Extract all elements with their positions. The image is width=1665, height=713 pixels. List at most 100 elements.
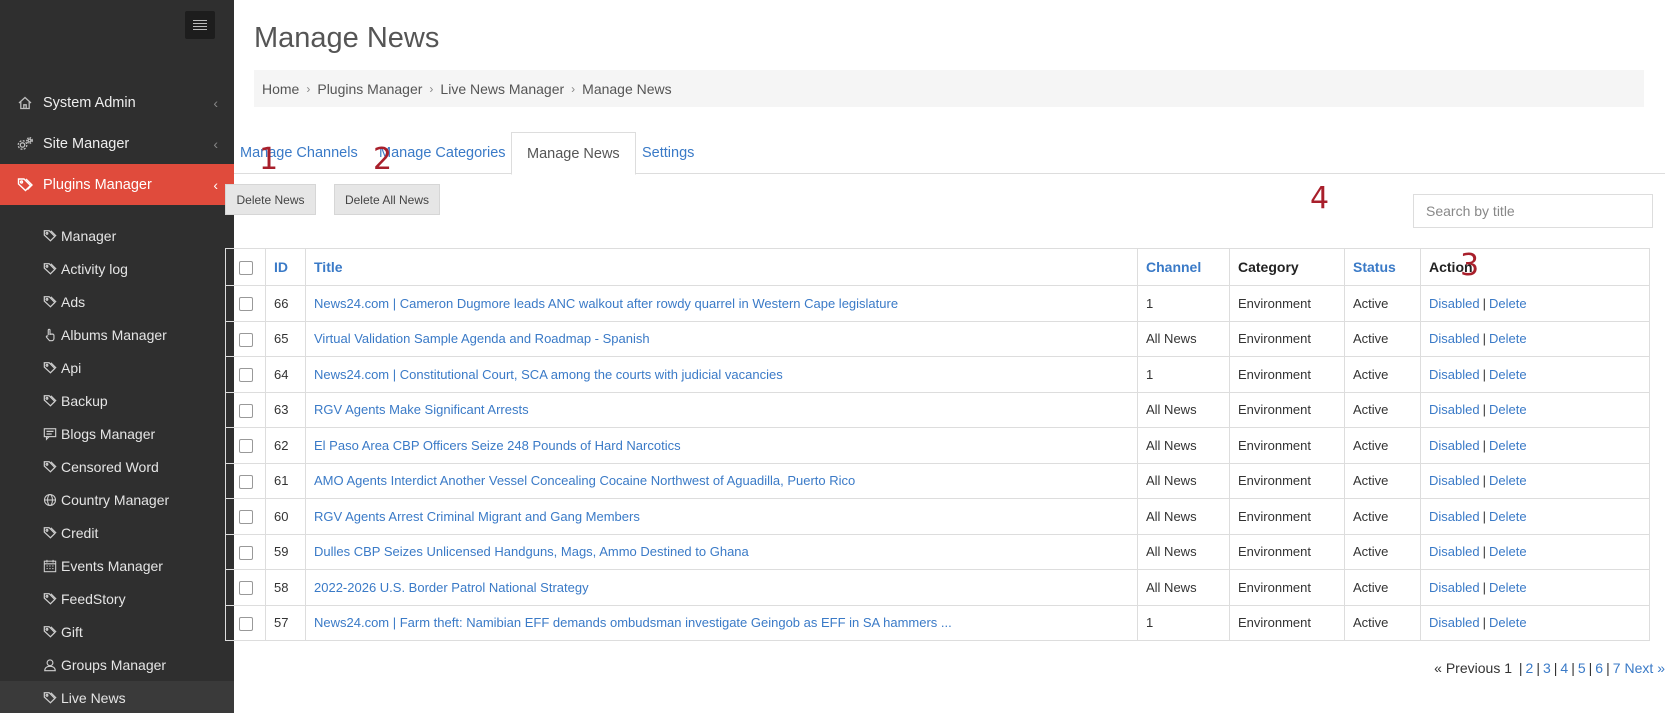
sidebar-subitem-backup[interactable]: Backup — [0, 384, 234, 417]
sidebar-subitem-activity-log[interactable]: Activity log — [0, 252, 234, 285]
disable-link[interactable]: Disabled — [1429, 544, 1480, 559]
pagination-page-link[interactable]: 3 — [1543, 660, 1551, 676]
news-title-link[interactable]: RGV Agents Make Significant Arrests — [314, 402, 529, 417]
sidebar-subitem-albums-manager[interactable]: Albums Manager — [0, 318, 234, 351]
menu-toggle-button[interactable] — [185, 11, 215, 39]
sidebar-item-plugins-manager[interactable]: Plugins Manager ‹ — [0, 164, 234, 205]
column-header-action: Action — [1420, 248, 1650, 286]
tab-manage-categories[interactable]: Manage Categories — [379, 132, 506, 174]
disable-link[interactable]: Disabled — [1429, 580, 1480, 595]
sidebar-subitem-manager[interactable]: Manager — [0, 219, 234, 252]
cell-channel: All News — [1137, 533, 1230, 570]
sidebar-subitem-label: Albums Manager — [61, 326, 167, 343]
row-select-cell — [225, 498, 266, 535]
disable-link[interactable]: Disabled — [1429, 296, 1480, 311]
column-header-channel[interactable]: Channel — [1137, 248, 1230, 286]
cell-status: Active — [1344, 569, 1421, 606]
column-header-id[interactable]: ID — [265, 248, 306, 286]
row-checkbox[interactable] — [238, 581, 253, 596]
delete-link[interactable]: Delete — [1489, 402, 1527, 417]
sidebar-subitem-credit[interactable]: Credit — [0, 516, 234, 549]
select-all-checkbox[interactable] — [238, 261, 253, 276]
disable-link[interactable]: Disabled — [1429, 473, 1480, 488]
row-checkbox[interactable] — [238, 545, 253, 560]
cell-id: 61 — [265, 462, 306, 499]
sidebar-subitem-groups-manager[interactable]: Groups Manager — [0, 648, 234, 681]
tab-manage-news[interactable]: Manage News — [511, 132, 636, 175]
disable-link[interactable]: Disabled — [1429, 402, 1480, 417]
delete-link[interactable]: Delete — [1489, 473, 1527, 488]
row-checkbox[interactable] — [238, 297, 253, 312]
news-title-link[interactable]: Dulles CBP Seizes Unlicensed Handguns, M… — [314, 544, 749, 559]
delete-link[interactable]: Delete — [1489, 615, 1527, 630]
sidebar-subitem-country-manager[interactable]: Country Manager — [0, 483, 234, 516]
cell-title: Virtual Validation Sample Agenda and Roa… — [305, 320, 1138, 357]
news-title-link[interactable]: El Paso Area CBP Officers Seize 248 Poun… — [314, 438, 681, 453]
breadcrumb-live-news-manager[interactable]: Live News Manager — [440, 81, 564, 97]
row-checkbox[interactable] — [238, 403, 253, 418]
delete-link[interactable]: Delete — [1489, 544, 1527, 559]
sidebar-subitem-events-manager[interactable]: Events Manager — [0, 549, 234, 582]
column-header-status[interactable]: Status — [1344, 248, 1421, 286]
pagination-page-link[interactable]: 6 — [1595, 660, 1603, 676]
delete-link[interactable]: Delete — [1489, 367, 1527, 382]
pagination-page-link[interactable]: 4 — [1560, 660, 1568, 676]
sidebar-item-system-admin[interactable]: System Admin ‹ — [0, 82, 234, 123]
pagination-next[interactable]: Next » — [1625, 660, 1665, 676]
row-checkbox[interactable] — [238, 616, 253, 631]
news-title-link[interactable]: News24.com | Cameron Dugmore leads ANC w… — [314, 296, 898, 311]
sidebar-subitem-ads[interactable]: Ads — [0, 285, 234, 318]
action-separator: | — [1482, 366, 1486, 382]
table-header-row: ID Title Channel Category Status Action — [225, 248, 1650, 286]
chevron-right-icon: › — [571, 81, 576, 96]
sidebar-subitem-live-news[interactable]: Live News — [0, 681, 234, 713]
row-checkbox[interactable] — [238, 474, 253, 489]
row-checkbox[interactable] — [238, 332, 253, 347]
pagination-page-link[interactable]: 7 — [1613, 660, 1621, 676]
pagination-page-link[interactable]: 5 — [1578, 660, 1586, 676]
disable-link[interactable]: Disabled — [1429, 509, 1480, 524]
sidebar-subitem-censored-word[interactable]: Censored Word — [0, 450, 234, 483]
cell-title: News24.com | Farm theft: Namibian EFF de… — [305, 604, 1138, 641]
cell-channel: All News — [1137, 391, 1230, 428]
news-title-link[interactable]: News24.com | Constitutional Court, SCA a… — [314, 367, 783, 382]
news-title-link[interactable]: News24.com | Farm theft: Namibian EFF de… — [314, 615, 952, 630]
delete-link[interactable]: Delete — [1489, 438, 1527, 453]
breadcrumb-home[interactable]: Home — [262, 81, 299, 97]
tag-icon — [42, 261, 58, 277]
tab-manage-channels[interactable]: Manage Channels — [240, 132, 358, 174]
sidebar-subitem-gift[interactable]: Gift — [0, 615, 234, 648]
news-title-link[interactable]: Virtual Validation Sample Agenda and Roa… — [314, 331, 650, 346]
news-title-link[interactable]: AMO Agents Interdict Another Vessel Conc… — [314, 473, 855, 488]
news-title-link[interactable]: 2022-2026 U.S. Border Patrol National St… — [314, 580, 589, 595]
delete-link[interactable]: Delete — [1489, 331, 1527, 346]
disable-link[interactable]: Disabled — [1429, 331, 1480, 346]
sidebar-subitem-api[interactable]: Api — [0, 351, 234, 384]
tab-settings[interactable]: Settings — [642, 132, 694, 174]
pagination-page-link[interactable]: 2 — [1526, 660, 1534, 676]
delete-link[interactable]: Delete — [1489, 509, 1527, 524]
disable-link[interactable]: Disabled — [1429, 438, 1480, 453]
row-checkbox[interactable] — [238, 510, 253, 525]
cell-category: Environment — [1229, 533, 1345, 570]
disable-link[interactable]: Disabled — [1429, 367, 1480, 382]
delete-link[interactable]: Delete — [1489, 580, 1527, 595]
search-input[interactable] — [1413, 194, 1653, 228]
tag-icon — [42, 294, 58, 310]
table-row: 58 2022-2026 U.S. Border Patrol National … — [225, 569, 1650, 606]
row-checkbox[interactable] — [238, 368, 253, 383]
disable-link[interactable]: Disabled — [1429, 615, 1480, 630]
column-header-title[interactable]: Title — [305, 248, 1138, 286]
sidebar-subitem-blogs-manager[interactable]: Blogs Manager — [0, 417, 234, 450]
delete-link[interactable]: Delete — [1489, 296, 1527, 311]
row-checkbox[interactable] — [238, 439, 253, 454]
news-title-link[interactable]: RGV Agents Arrest Criminal Migrant and G… — [314, 509, 640, 524]
cell-channel: All News — [1137, 427, 1230, 464]
row-select-cell — [225, 604, 266, 641]
sidebar-item-site-manager[interactable]: Site Manager ‹ — [0, 123, 234, 164]
delete-all-news-button[interactable]: Delete All News — [334, 184, 440, 215]
breadcrumb-plugins-manager[interactable]: Plugins Manager — [317, 81, 422, 97]
cell-status: Active — [1344, 604, 1421, 641]
sidebar-subitem-feedstory[interactable]: FeedStory — [0, 582, 234, 615]
delete-news-button[interactable]: Delete News — [225, 184, 316, 215]
